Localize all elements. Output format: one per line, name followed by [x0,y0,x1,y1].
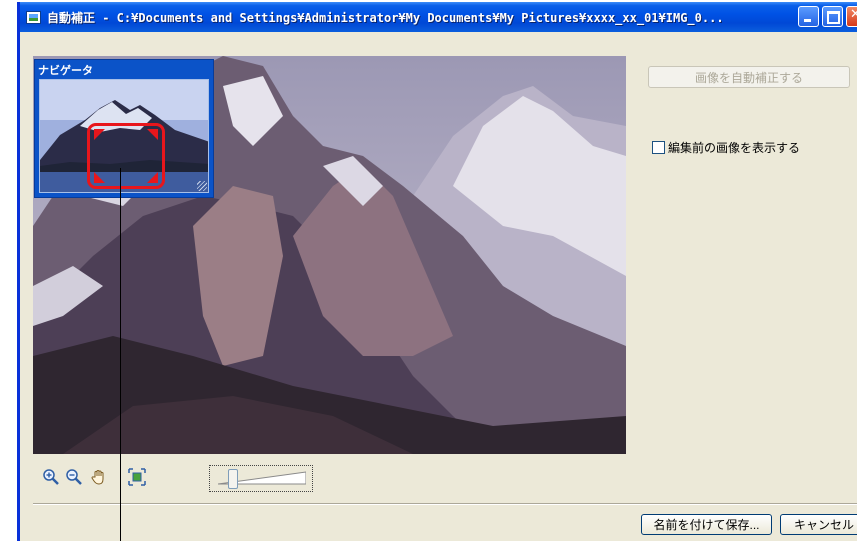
title-bar[interactable]: 自動補正 - C:¥Documents and Settings¥Adminis… [20,2,857,32]
corner-marker [147,172,158,183]
viewport-indicator[interactable] [87,123,165,189]
maximize-button[interactable] [822,6,843,27]
close-button[interactable] [846,6,857,27]
show-original-checkbox[interactable] [652,141,665,154]
zoom-in-icon[interactable] [42,468,60,486]
show-original-label: 編集前の画像を表示する [668,141,801,155]
resize-grip-icon[interactable] [197,181,207,191]
fit-to-window-icon[interactable] [128,468,146,486]
corner-marker [147,129,158,140]
zoom-slider[interactable] [209,465,313,492]
zoom-slider-thumb[interactable] [228,469,238,489]
save-as-button[interactable]: 名前を付けて保存... [641,514,772,535]
minimize-button[interactable] [798,6,819,27]
cancel-button[interactable]: キャンセル [780,514,857,535]
divider [33,503,857,505]
window-title: 自動補正 - C:¥Documents and Settings¥Adminis… [47,10,724,25]
zoom-out-icon[interactable] [65,468,83,486]
app-icon [26,10,41,24]
auto-correct-window: 自動補正 - C:¥Documents and Settings¥Adminis… [17,2,857,541]
navigator-thumbnail[interactable] [39,79,209,193]
navigator-title: ナビゲータ [38,64,93,77]
callout-line [120,168,121,541]
corner-marker [94,129,105,140]
navigator-panel[interactable]: ナビゲータ [34,59,214,198]
corner-marker [94,172,105,183]
hand-pan-icon[interactable] [90,468,108,486]
auto-correct-button[interactable]: 画像を自動補正する [648,66,850,88]
show-original-option[interactable]: 編集前の画像を表示する [652,139,800,156]
